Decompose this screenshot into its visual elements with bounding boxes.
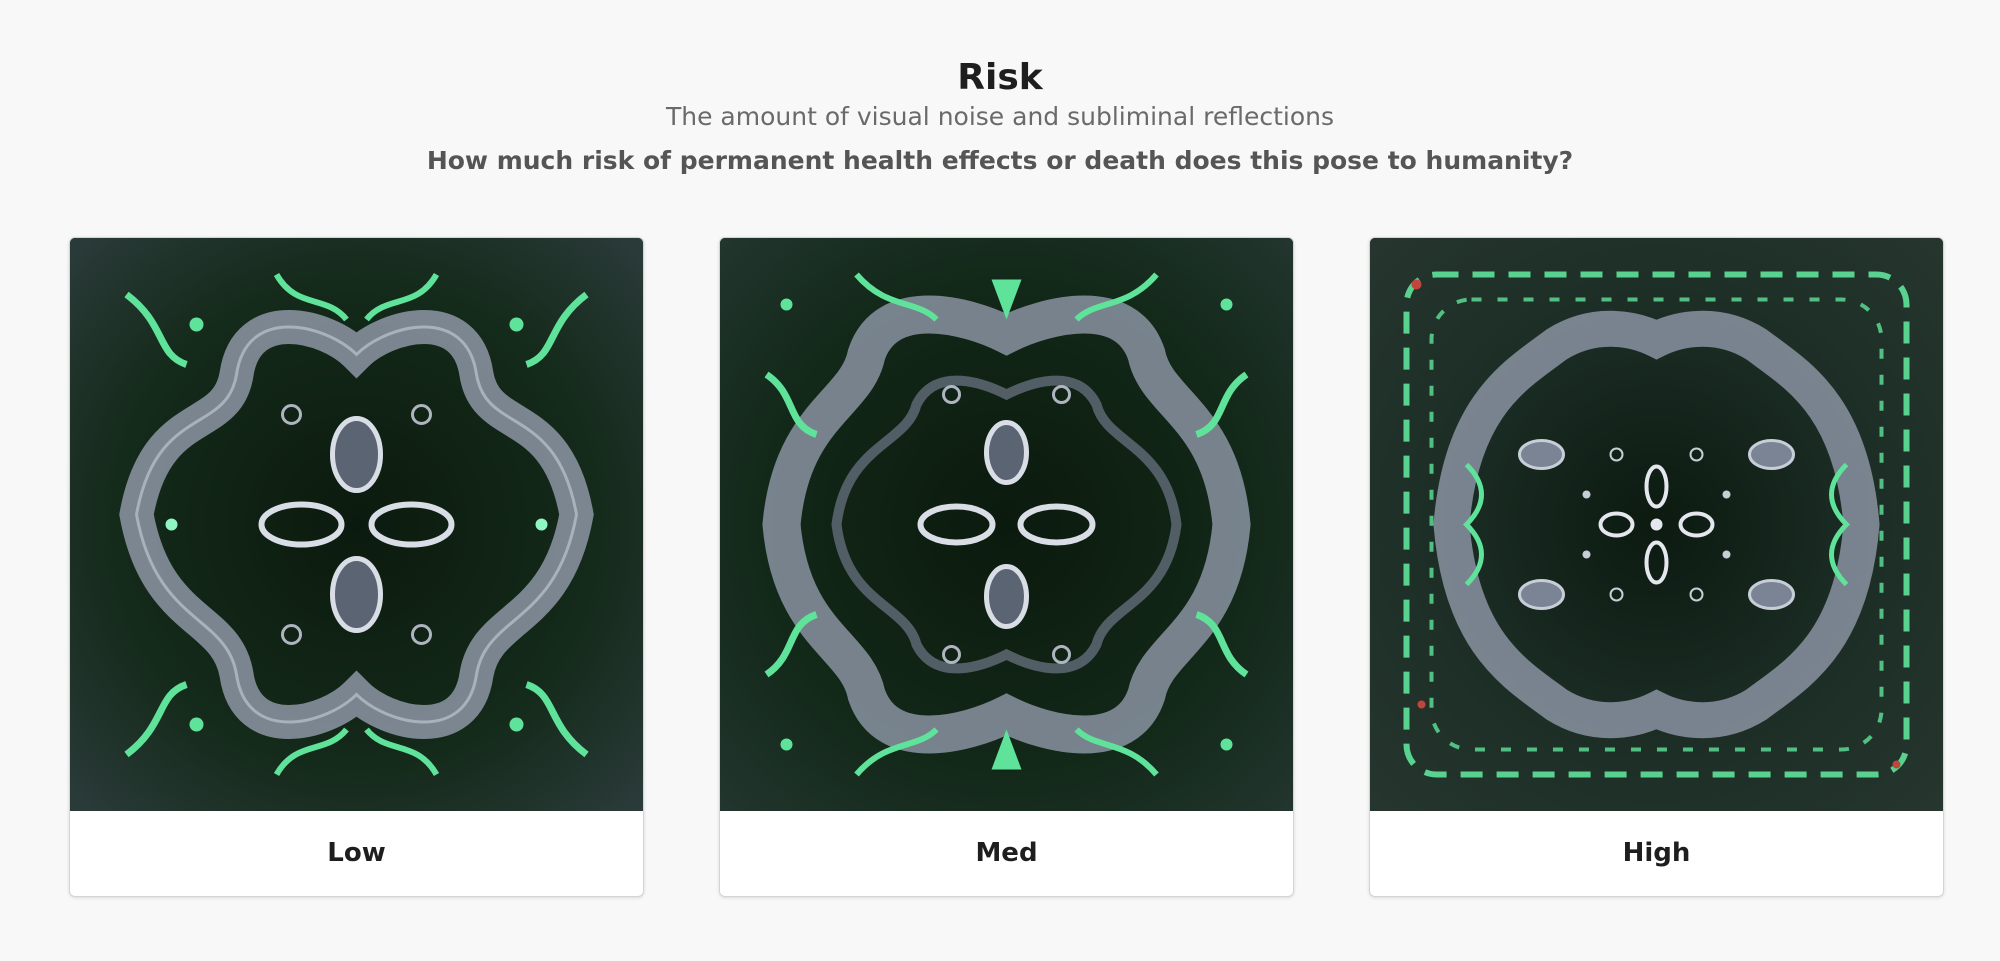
page-title: Risk bbox=[957, 57, 1043, 98]
option-label: Low bbox=[327, 838, 386, 868]
page-subtitle: The amount of visual noise and sublimina… bbox=[665, 102, 1335, 131]
option-card-low[interactable]: Low bbox=[69, 237, 644, 897]
option-label: Med bbox=[975, 838, 1038, 868]
page: Risk The amount of visual noise and subl… bbox=[0, 0, 2000, 961]
option-label: High bbox=[1622, 838, 1691, 868]
header: Risk The amount of visual noise and subl… bbox=[0, 56, 2000, 178]
pattern-image-high bbox=[1370, 238, 1943, 811]
option-card-high[interactable]: High bbox=[1369, 237, 1944, 897]
pattern-image-low bbox=[70, 238, 643, 811]
question-text: How much risk of permanent health effect… bbox=[426, 146, 1574, 175]
pattern-image-med bbox=[720, 238, 1293, 811]
option-cards: Low Med High bbox=[69, 237, 1944, 897]
option-card-med[interactable]: Med bbox=[719, 237, 1294, 897]
